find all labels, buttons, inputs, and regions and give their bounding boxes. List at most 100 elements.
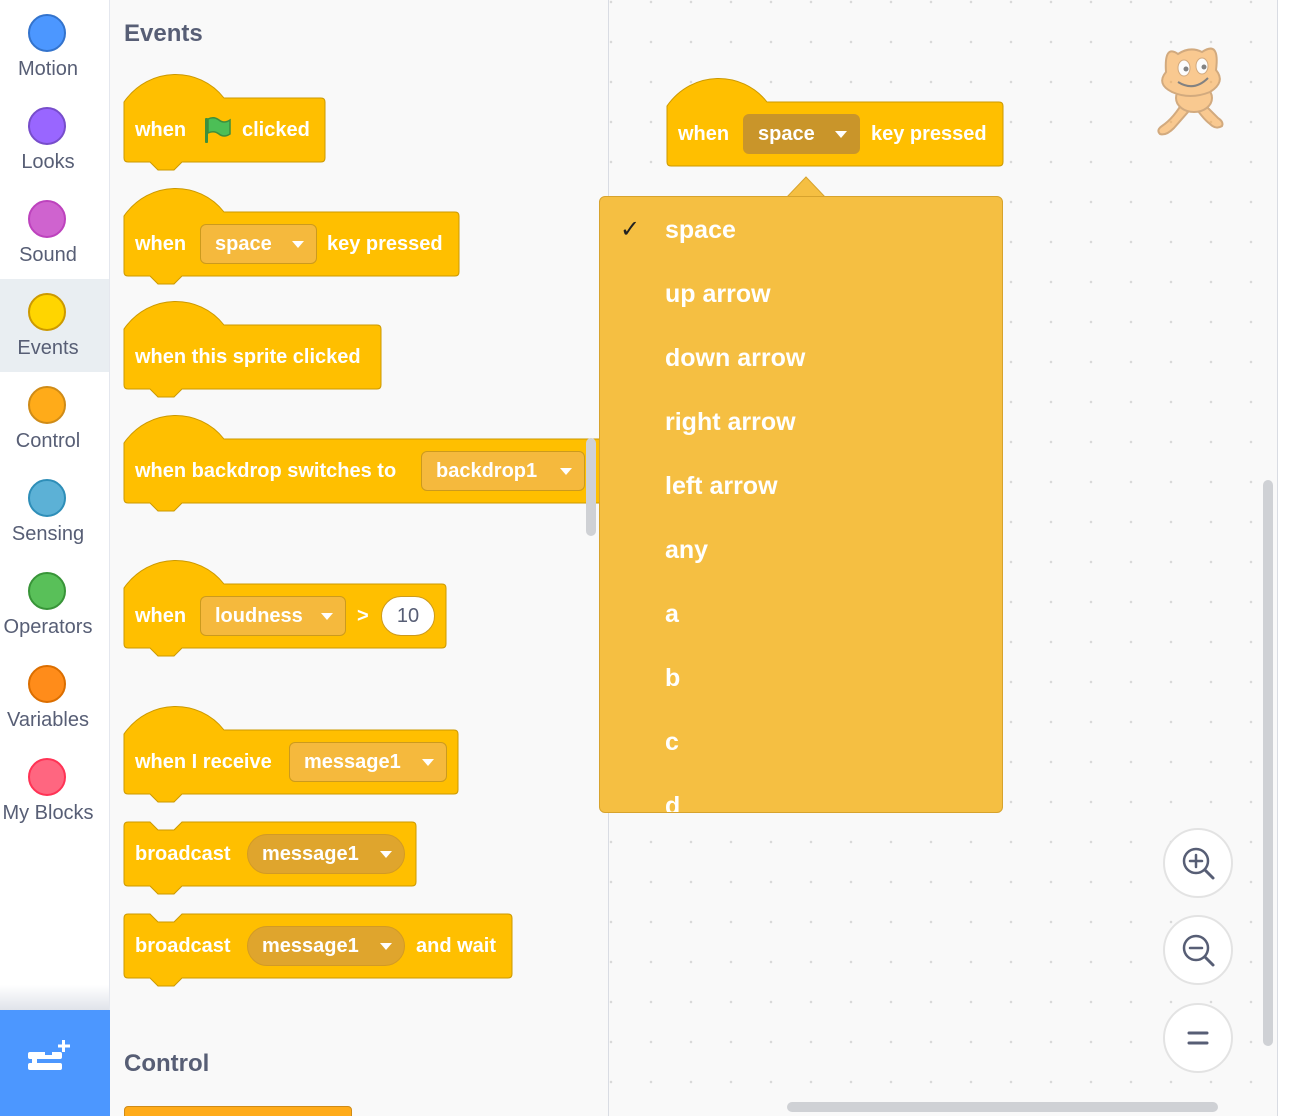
block-text: when I receive bbox=[135, 751, 272, 773]
dropdown-caret-icon bbox=[380, 943, 392, 950]
checkmark-icon: ✓ bbox=[620, 216, 641, 243]
category-menu-fade bbox=[0, 985, 109, 1010]
menu-item-label: b bbox=[665, 664, 681, 692]
menu-item-right-arrow[interactable]: right arrow bbox=[600, 390, 1002, 454]
category-control[interactable]: Control bbox=[0, 372, 109, 465]
category-color-icon bbox=[28, 479, 66, 517]
block-text: when this sprite clicked bbox=[135, 346, 361, 368]
menu-item-space[interactable]: ✓ space bbox=[600, 198, 1002, 262]
broadcast-message-value: message1 bbox=[262, 843, 359, 865]
category-label: Control bbox=[15, 430, 81, 452]
zoom-in-icon bbox=[1182, 847, 1215, 880]
block-palette: Events when clicked when space key press… bbox=[110, 0, 609, 1116]
when-flag-clicked-block[interactable]: when clicked bbox=[123, 74, 326, 171]
broadcast-message-dropdown[interactable]: message1 bbox=[247, 834, 405, 874]
sensor-dropdown[interactable]: loudness bbox=[200, 596, 346, 636]
category-color-icon bbox=[28, 665, 66, 703]
add-extension-button[interactable] bbox=[0, 1010, 110, 1116]
menu-item-down-arrow[interactable]: down arrow bbox=[600, 326, 1002, 390]
palette-heading-events: Events bbox=[124, 20, 203, 47]
block-text-and-wait: and wait bbox=[416, 935, 497, 957]
palette-scrollbar[interactable] bbox=[586, 438, 596, 536]
category-color-icon bbox=[28, 200, 66, 238]
control-block-partial[interactable] bbox=[124, 1106, 352, 1116]
menu-item-b[interactable]: b bbox=[600, 646, 1002, 710]
operator-greater-than: > bbox=[357, 605, 369, 627]
category-variables[interactable]: Variables bbox=[0, 651, 109, 744]
menu-item-label: any bbox=[665, 536, 709, 564]
menu-item-label: d bbox=[665, 792, 681, 813]
zoom-reset-icon bbox=[1187, 1031, 1209, 1045]
category-events[interactable]: Events bbox=[0, 279, 109, 372]
block-text-when: when bbox=[678, 123, 730, 145]
workspace-key-dropdown[interactable]: space bbox=[743, 114, 860, 154]
block-text-key-pressed: key pressed bbox=[327, 233, 443, 255]
workspace-when-key-pressed-block[interactable]: when space key pressed bbox=[666, 78, 1004, 167]
category-looks[interactable]: Looks bbox=[0, 93, 109, 186]
menu-item-any[interactable]: any bbox=[600, 518, 1002, 582]
block-text: when backdrop switches to bbox=[135, 460, 397, 482]
menu-item-label: up arrow bbox=[665, 280, 771, 308]
loudness-value-input[interactable]: 10 bbox=[381, 596, 435, 636]
category-label: Sound bbox=[19, 244, 77, 266]
broadcast-block[interactable]: broadcast message1 bbox=[123, 821, 417, 895]
category-color-icon bbox=[28, 14, 66, 52]
when-sprite-clicked-block[interactable]: when this sprite clicked bbox=[123, 301, 382, 398]
workspace-vertical-scrollbar[interactable] bbox=[1263, 480, 1273, 1046]
block-text-when: when bbox=[135, 233, 187, 255]
category-label: Sensing bbox=[11, 523, 85, 545]
sprite-cat-icon bbox=[1157, 47, 1224, 136]
category-label: Operators bbox=[3, 616, 93, 638]
when-loudness-block[interactable]: when loudness > 10 bbox=[123, 560, 447, 657]
key-dropdown-value: space bbox=[215, 233, 272, 255]
menu-item-c[interactable]: c bbox=[600, 710, 1002, 774]
workspace-horizontal-scrollbar[interactable] bbox=[787, 1102, 1218, 1112]
message-dropdown-value: message1 bbox=[304, 751, 401, 773]
dropdown-pointer bbox=[786, 176, 826, 198]
zoom-out-button[interactable] bbox=[1163, 915, 1233, 985]
dropdown-caret-icon bbox=[321, 613, 333, 620]
palette-heading-control: Control bbox=[124, 1050, 210, 1077]
category-operators[interactable]: Operators bbox=[0, 558, 109, 651]
category-menu: Motion Looks Sound Events Control Sensing Oper… bbox=[0, 0, 110, 1116]
broadcast-wait-message-dropdown[interactable]: message1 bbox=[247, 926, 405, 966]
category-sensing[interactable]: Sensing bbox=[0, 465, 109, 558]
category-color-icon bbox=[28, 386, 66, 424]
menu-item-label: space bbox=[665, 216, 736, 244]
category-motion[interactable]: Motion bbox=[0, 0, 109, 93]
backdrop-dropdown-value: backdrop1 bbox=[436, 460, 538, 482]
dropdown-caret-icon bbox=[560, 468, 572, 475]
workspace-key-value: space bbox=[758, 123, 815, 145]
category-label: Events bbox=[17, 337, 79, 359]
menu-item-a[interactable]: a bbox=[600, 582, 1002, 646]
menu-item-label: left arrow bbox=[665, 472, 778, 500]
menu-item-up-arrow[interactable]: up arrow bbox=[600, 262, 1002, 326]
menu-item-left-arrow[interactable]: left arrow bbox=[600, 454, 1002, 518]
broadcast-and-wait-block[interactable]: broadcast message1 and wait bbox=[123, 913, 513, 987]
add-extension-icon bbox=[28, 1040, 70, 1070]
when-key-pressed-block[interactable]: when space key pressed bbox=[123, 188, 460, 285]
menu-item-label: a bbox=[665, 600, 679, 628]
dropdown-caret-icon bbox=[380, 851, 392, 858]
sensor-dropdown-value: loudness bbox=[215, 605, 303, 627]
when-backdrop-switches-block[interactable]: when backdrop switches to backdrop1 bbox=[123, 415, 605, 512]
category-color-icon bbox=[28, 572, 66, 610]
key-dropdown[interactable]: space bbox=[200, 224, 317, 264]
block-text-broadcast: broadcast bbox=[135, 935, 231, 957]
menu-item-d[interactable]: d bbox=[600, 774, 1002, 813]
zoom-reset-button[interactable] bbox=[1163, 1003, 1233, 1073]
backdrop-dropdown[interactable]: backdrop1 bbox=[421, 451, 585, 491]
broadcast-wait-message-value: message1 bbox=[262, 935, 359, 957]
category-label: Variables bbox=[7, 709, 89, 731]
when-i-receive-block[interactable]: when I receive message1 bbox=[123, 706, 459, 803]
block-text-when: when bbox=[135, 605, 187, 627]
category-sound[interactable]: Sound bbox=[0, 186, 109, 279]
category-label: Motion bbox=[17, 58, 79, 80]
zoom-in-button[interactable] bbox=[1163, 828, 1233, 898]
block-text-when: when bbox=[135, 119, 187, 141]
green-flag-icon bbox=[205, 116, 231, 143]
message-dropdown[interactable]: message1 bbox=[289, 742, 447, 782]
dropdown-caret-icon bbox=[422, 759, 434, 766]
menu-item-label: c bbox=[665, 728, 679, 756]
category-my-blocks[interactable]: My Blocks bbox=[0, 744, 109, 837]
